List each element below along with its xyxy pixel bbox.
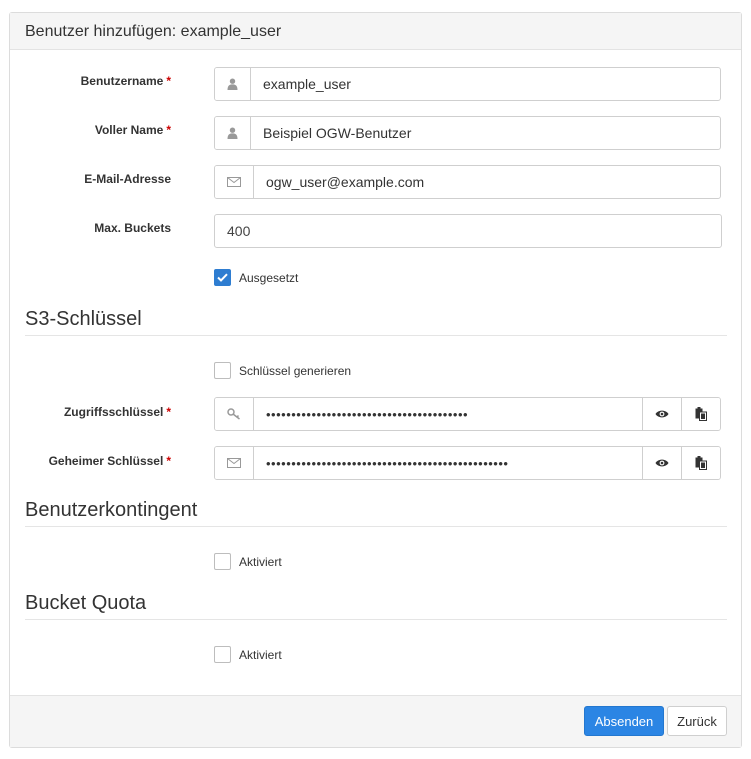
panel-footer: Absenden Zurück xyxy=(10,695,741,747)
user-quota-enabled-row: Aktiviert xyxy=(214,553,282,570)
envelope-icon xyxy=(215,166,254,198)
user-quota-enabled-checkbox[interactable] xyxy=(214,553,231,570)
secret-key-input-group: ••••••••••••••••••••••••••••••••••••••••… xyxy=(214,446,721,480)
back-button[interactable]: Zurück xyxy=(667,706,727,736)
bucket-quota-enabled-checkbox[interactable] xyxy=(214,646,231,663)
suspended-label: Ausgesetzt xyxy=(239,270,299,285)
s3-section-title: S3-Schlüssel xyxy=(25,308,727,336)
user-quota-enabled-label: Aktiviert xyxy=(239,554,282,569)
email-input-group xyxy=(214,165,721,199)
max-buckets-label: Max. Buckets xyxy=(94,221,171,235)
fullname-label: Voller Name * xyxy=(94,123,171,137)
key-icon xyxy=(215,398,254,430)
generate-key-checkbox[interactable] xyxy=(214,362,231,379)
suspended-checkbox[interactable] xyxy=(214,269,231,286)
username-input[interactable] xyxy=(251,68,720,100)
generate-key-row: Schlüssel generieren xyxy=(214,362,351,379)
add-user-panel: Benutzer hinzufügen: example_user Benutz… xyxy=(9,12,742,748)
clipboard-icon xyxy=(695,407,707,421)
access-key-input[interactable]: •••••••••••••••••••••••••••••••••••••••• xyxy=(254,398,642,430)
bucket-quota-enabled-row: Aktiviert xyxy=(214,646,282,663)
copy-secret-key-button[interactable] xyxy=(681,447,720,479)
user-icon xyxy=(215,68,251,100)
email-label: E-Mail-Adresse xyxy=(84,172,171,186)
bucket-quota-section-title: Bucket Quota xyxy=(25,592,727,620)
bucket-quota-enabled-label: Aktiviert xyxy=(239,647,282,662)
user-quota-section-title: Benutzerkontingent xyxy=(25,499,727,527)
show-secret-key-button[interactable] xyxy=(642,447,681,479)
panel-title: Benutzer hinzufügen: example_user xyxy=(10,13,741,50)
email-input[interactable] xyxy=(254,166,720,198)
generate-key-label: Schlüssel generieren xyxy=(239,363,352,378)
eye-icon xyxy=(655,459,669,467)
username-label: Benutzername * xyxy=(80,74,171,88)
eye-icon xyxy=(655,410,669,418)
max-buckets-input[interactable] xyxy=(215,215,721,247)
secret-key-input[interactable]: ••••••••••••••••••••••••••••••••••••••••… xyxy=(254,447,642,479)
username-input-group xyxy=(214,67,721,101)
secret-key-label: Geheimer Schlüssel * xyxy=(48,454,171,468)
fullname-input-group xyxy=(214,116,721,150)
fullname-input[interactable] xyxy=(251,117,720,149)
access-key-input-group: •••••••••••••••••••••••••••••••••••••••• xyxy=(214,397,721,431)
suspended-row: Ausgesetzt xyxy=(214,269,298,286)
access-key-label: Zugriffsschlüssel * xyxy=(63,405,171,419)
clipboard-icon xyxy=(695,456,707,470)
copy-access-key-button[interactable] xyxy=(681,398,720,430)
envelope-icon xyxy=(215,447,254,479)
submit-button[interactable]: Absenden xyxy=(584,706,664,736)
show-access-key-button[interactable] xyxy=(642,398,681,430)
user-icon xyxy=(215,117,251,149)
max-buckets-field xyxy=(214,214,722,248)
